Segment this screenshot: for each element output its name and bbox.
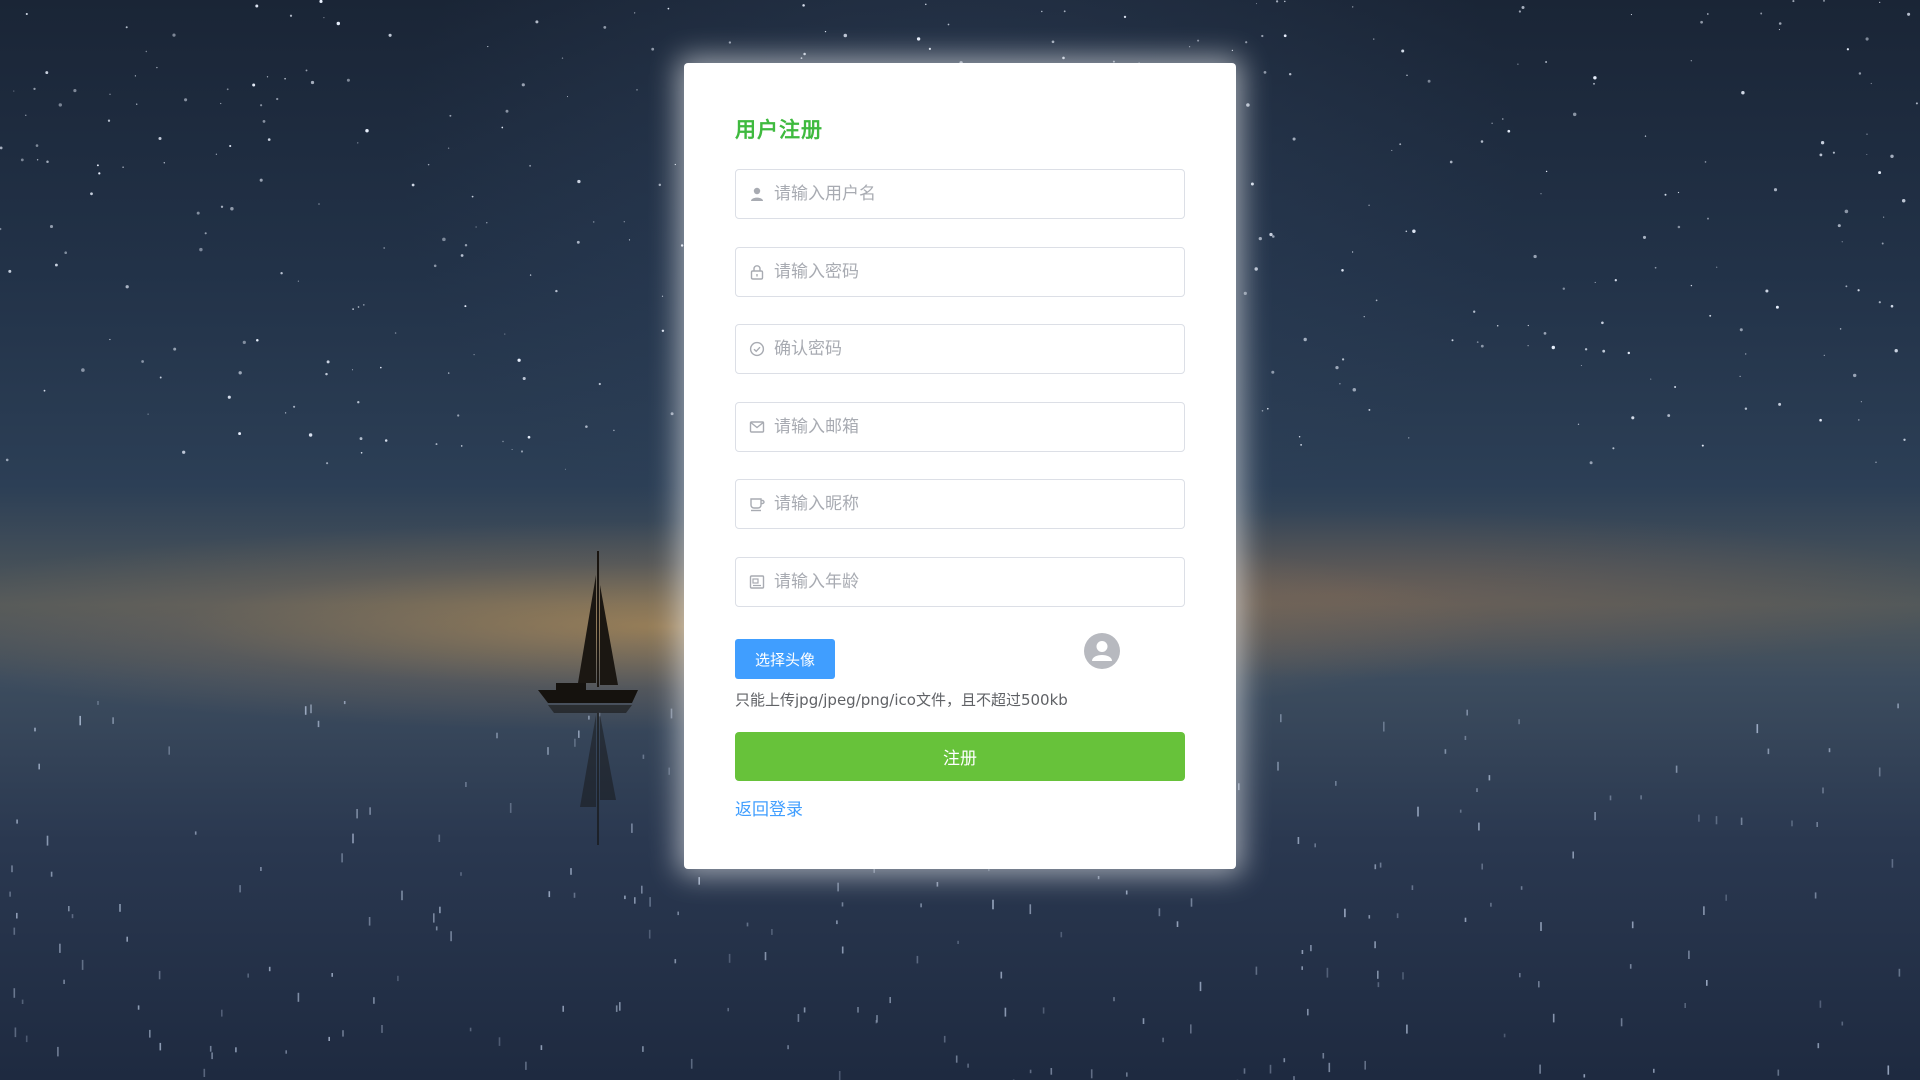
postcard-icon <box>749 575 765 589</box>
message-icon <box>749 421 765 433</box>
age-field[interactable] <box>735 557 1185 607</box>
confirm-password-input[interactable] <box>774 325 1174 373</box>
avatar <box>1084 633 1120 669</box>
username-field[interactable] <box>735 169 1185 219</box>
age-input[interactable] <box>774 558 1174 606</box>
avatar-icon <box>1092 641 1112 661</box>
confirm-password-field[interactable] <box>735 324 1185 374</box>
page-title: 用户注册 <box>735 118 823 142</box>
upload-tip: 只能上传jpg/jpeg/png/ico文件，且不超过500kb <box>735 691 1068 709</box>
lock-icon <box>750 265 764 280</box>
sailboat-silhouette <box>538 551 638 845</box>
nickname-field[interactable] <box>735 479 1185 529</box>
email-field[interactable] <box>735 402 1185 452</box>
user-icon <box>751 187 763 201</box>
circle-check-icon <box>749 341 765 357</box>
select-avatar-button[interactable]: 选择头像 <box>735 639 835 679</box>
back-to-login-link[interactable]: 返回登录 <box>735 795 803 820</box>
register-card: 用户注册 请输入用户名 请输入邮箱 请输入昵称 请输入年龄 选择头像 只能上传j… <box>684 63 1236 869</box>
nickname-input[interactable] <box>774 480 1174 528</box>
register-button[interactable]: 注册 <box>735 732 1185 781</box>
email-input[interactable] <box>774 403 1174 451</box>
username-input[interactable] <box>774 170 1174 218</box>
password-field[interactable] <box>735 247 1185 297</box>
coffee-cup-icon <box>750 498 765 512</box>
password-input[interactable] <box>774 248 1174 296</box>
